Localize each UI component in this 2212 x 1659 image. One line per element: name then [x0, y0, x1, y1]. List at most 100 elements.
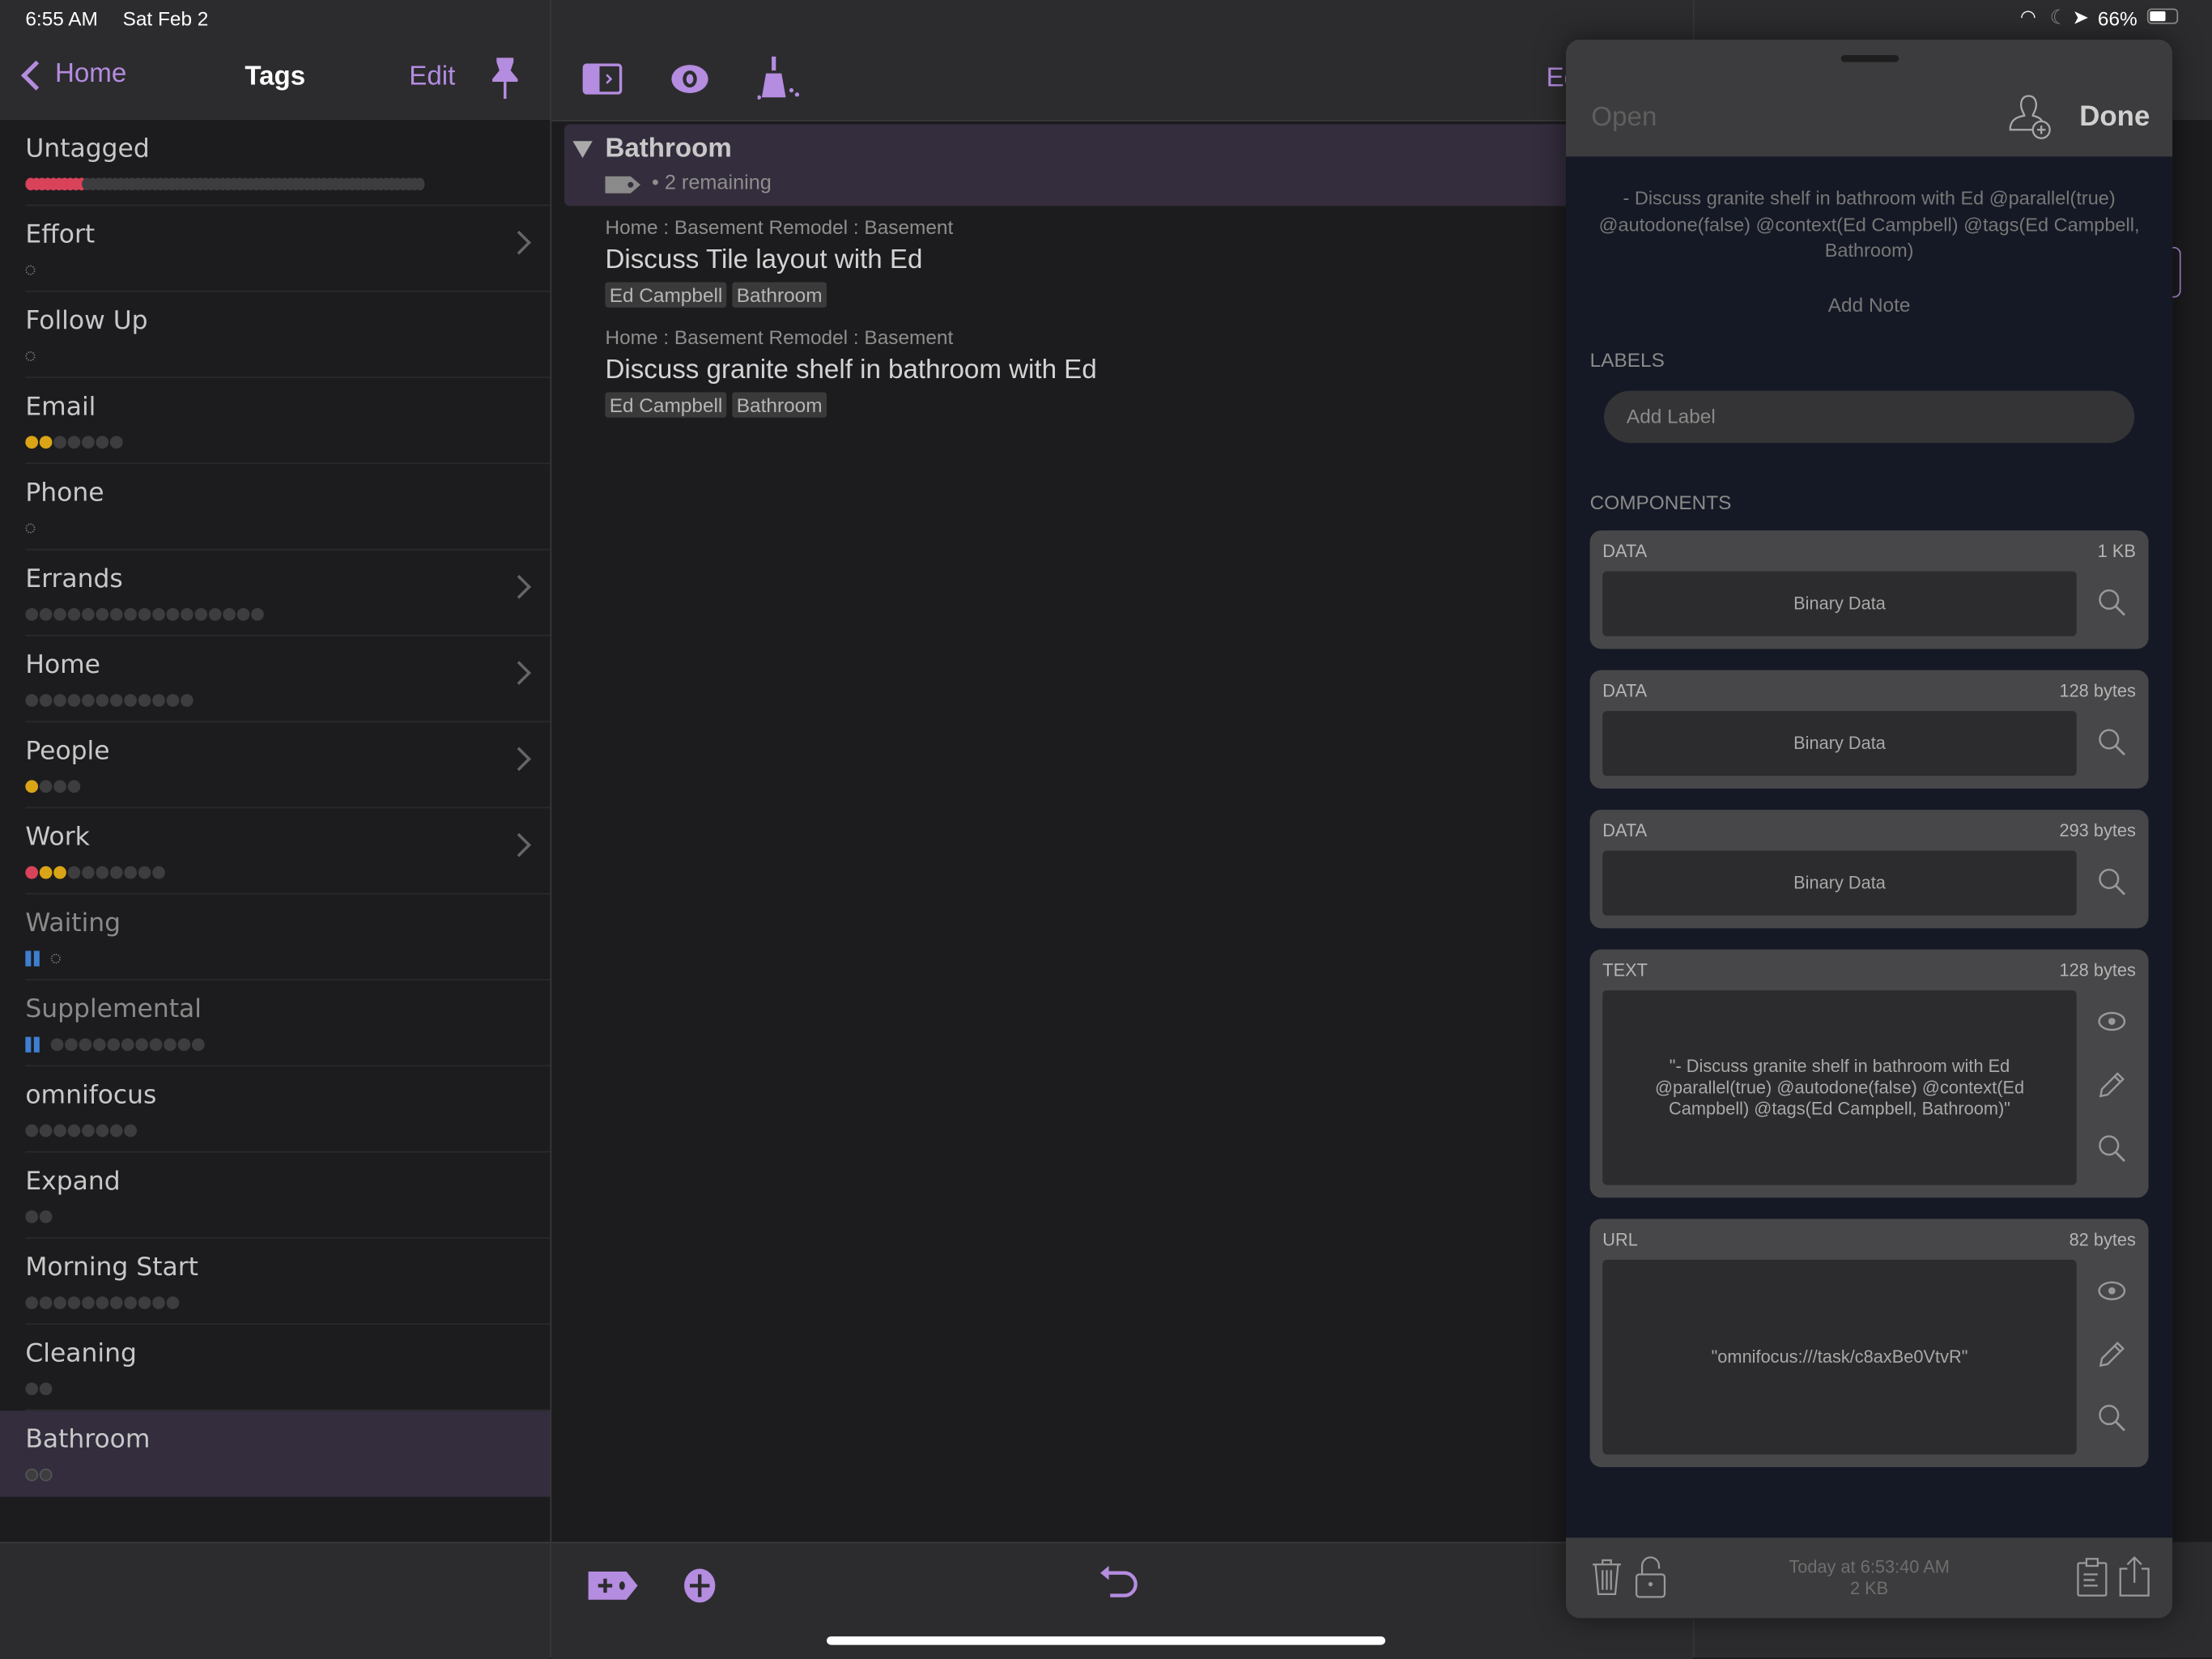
tag-icon	[605, 175, 641, 194]
available-dot	[53, 1124, 66, 1138]
component-preview[interactable]: "omnifocus:///task/c8axBe0VtvR"	[1602, 1259, 2077, 1455]
component-preview[interactable]: Binary Data	[1602, 711, 2077, 776]
available-dot	[96, 607, 109, 621]
component-size: 1 KB	[2097, 542, 2136, 562]
group-header-bathroom[interactable]: Bathroom • 2 remaining	[564, 124, 1693, 206]
component-preview[interactable]: Binary Data	[1602, 571, 2077, 636]
sidebar-title: Tags	[245, 62, 306, 92]
task-tag-chip[interactable]: Bathroom	[732, 282, 827, 308]
add-item-icon[interactable]	[683, 1568, 717, 1604]
add-label-input[interactable]: Add Label	[1604, 390, 2135, 444]
pencil-icon[interactable]	[2096, 1070, 2127, 1100]
tag-row[interactable]: People	[0, 722, 551, 809]
done-button[interactable]: Done	[2079, 101, 2150, 134]
available-dot	[166, 1296, 180, 1309]
tag-row[interactable]: Effort	[0, 206, 551, 292]
battery-icon	[2146, 8, 2179, 24]
home-indicator[interactable]	[827, 1636, 1385, 1645]
available-dot	[236, 607, 250, 621]
tag-row[interactable]: Supplemental	[0, 981, 551, 1067]
task-tag-chip[interactable]: Bathroom	[732, 392, 827, 418]
available-dot	[223, 607, 236, 621]
magnifier-icon[interactable]	[2096, 1402, 2127, 1433]
task-tag-chip[interactable]: Ed Campbell	[605, 282, 727, 308]
chevron-right-icon[interactable]	[507, 747, 531, 772]
tag-row[interactable]: Home	[0, 636, 551, 723]
tag-row[interactable]: Bathroom	[0, 1410, 551, 1497]
available-dot	[166, 607, 180, 621]
component-size: 293 bytes	[2059, 821, 2136, 841]
task-row[interactable]: Home : Basement Remodel : Basement Discus…	[605, 216, 953, 308]
tag-row[interactable]: Morning Start	[0, 1239, 551, 1325]
tag-name: Waiting	[25, 908, 121, 938]
group-title: Bathroom	[605, 134, 732, 164]
availability-dots	[25, 522, 36, 535]
pin-icon[interactable]	[491, 57, 519, 102]
share-icon[interactable]	[2119, 1555, 2150, 1597]
task-title[interactable]: Discuss Tile layout with Ed	[605, 245, 953, 276]
add-note-button[interactable]: Add Note	[1566, 293, 2172, 316]
availability-dots	[25, 177, 427, 191]
magnifier-icon[interactable]	[2096, 587, 2127, 618]
component-preview[interactable]: Binary Data	[1602, 850, 2077, 916]
available-dot	[67, 607, 81, 621]
chevron-right-icon[interactable]	[507, 230, 531, 255]
edit-button[interactable]: Edit	[409, 62, 455, 93]
tags-sidebar: Home Tags Edit Untagged Effort Follow Up Em…	[0, 0, 552, 1659]
sheet-grabber[interactable]	[1840, 54, 1899, 62]
eye-icon[interactable]	[2096, 1006, 2127, 1036]
magnifier-icon[interactable]	[2096, 1133, 2127, 1163]
tag-row[interactable]: omnifocus	[0, 1066, 551, 1153]
remaining-count: • 2 remaining	[651, 172, 772, 195]
status-time: 6:55 AM	[25, 6, 98, 30]
tag-row[interactable]: Cleaning	[0, 1325, 551, 1411]
tag-row[interactable]: Errands	[0, 551, 551, 636]
available-dot	[67, 694, 81, 707]
open-button[interactable]: Open	[1591, 103, 1657, 134]
component-size: 128 bytes	[2059, 681, 2136, 701]
available-dot	[39, 607, 53, 621]
chevron-right-icon[interactable]	[507, 661, 531, 685]
sidebar-toggle-icon[interactable]	[582, 63, 623, 95]
component-type: DATA	[1602, 821, 1648, 841]
tag-name: Supplemental	[25, 994, 202, 1024]
magnifier-icon[interactable]	[2096, 726, 2127, 757]
magnifier-icon[interactable]	[2096, 866, 2127, 897]
add-tag-icon[interactable]	[588, 1571, 640, 1600]
chevron-right-icon[interactable]	[507, 575, 531, 599]
tag-row[interactable]: Waiting	[0, 895, 551, 981]
eye-icon[interactable]	[670, 63, 710, 94]
available-dot	[109, 866, 123, 879]
add-person-icon[interactable]	[2007, 93, 2052, 141]
undo-icon[interactable]	[1099, 1564, 1141, 1604]
tag-row[interactable]: Follow Up	[0, 292, 551, 378]
broom-icon[interactable]	[757, 56, 806, 102]
component-type: DATA	[1602, 542, 1648, 562]
available-dot	[92, 1038, 106, 1052]
task-row[interactable]: Home : Basement Remodel : Basement Discus…	[605, 325, 1097, 418]
tag-row[interactable]: Phone	[0, 464, 551, 551]
component-preview[interactable]: "- Discuss granite shelf in bathroom wit…	[1602, 990, 2077, 1185]
available-dot	[82, 866, 95, 879]
status-bar: 6:55 AM Sat Feb 2 ◠ ☾ ➤ 66%	[0, 0, 2212, 40]
component-type: DATA	[1602, 681, 1648, 701]
component-content: Binary Data	[1793, 872, 1886, 893]
task-tag-chip[interactable]: Ed Campbell	[605, 392, 727, 418]
chevron-right-icon[interactable]	[507, 832, 531, 857]
available-dot	[50, 1038, 64, 1052]
eye-icon[interactable]	[2096, 1275, 2127, 1306]
pencil-icon[interactable]	[2096, 1338, 2127, 1369]
task-title[interactable]: Discuss granite shelf in bathroom with E…	[605, 355, 1096, 386]
disclosure-triangle-icon[interactable]	[572, 141, 593, 159]
available-dot	[25, 1124, 39, 1138]
clipboard-icon[interactable]	[2077, 1558, 2108, 1597]
tag-row[interactable]: Email	[0, 378, 551, 465]
available-dot	[109, 1296, 123, 1309]
available-dot	[191, 1038, 205, 1052]
tag-row[interactable]: Expand	[0, 1152, 551, 1239]
component-size: 128 bytes	[2059, 960, 2136, 981]
available-dot	[138, 607, 151, 621]
due-soon-dot	[25, 436, 39, 449]
tag-row[interactable]: Untagged	[0, 120, 551, 206]
tag-row[interactable]: Work	[0, 808, 551, 895]
